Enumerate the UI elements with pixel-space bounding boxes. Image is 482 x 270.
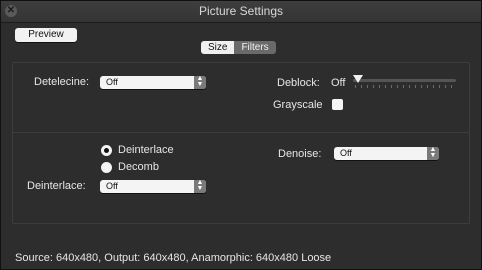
denoise-label: Denoise: <box>278 148 322 160</box>
window-title: Picture Settings <box>198 4 284 18</box>
detelecine-label: Detelecine: <box>34 76 90 88</box>
status-text: Source: 640x480, Output: 640x480, Anamor… <box>15 252 332 264</box>
preview-button[interactable]: Preview <box>15 28 77 42</box>
denoise-popup[interactable]: Off ▲ ▼ <box>334 146 439 160</box>
deblock-slider-knob[interactable] <box>353 75 363 83</box>
tab-size[interactable]: Size <box>201 41 235 54</box>
panel-divider <box>12 132 470 133</box>
grayscale-label: Grayscale <box>273 99 323 111</box>
deinterlace-label: Deinterlace: <box>27 180 86 192</box>
deblock-value: Off <box>331 77 346 89</box>
title-bar: ✕ Picture Settings <box>1 1 481 23</box>
radio-deinterlace[interactable] <box>101 145 112 156</box>
updown-arrows-icon: ▲ ▼ <box>194 75 206 89</box>
view-tabs: Size Filters <box>201 41 276 54</box>
deblock-slider-ticks <box>355 85 455 88</box>
denoise-value: Off <box>340 148 352 158</box>
radio-decomb-label: Decomb <box>118 161 159 173</box>
detelecine-popup[interactable]: Off ▲ ▼ <box>100 75 206 89</box>
tab-filters[interactable]: Filters <box>234 41 276 54</box>
radio-decomb[interactable] <box>101 162 112 173</box>
picture-settings-window: ✕ Picture Settings Preview Size Filters … <box>0 0 482 270</box>
deblock-label: Deblock: <box>277 77 320 89</box>
deblock-slider[interactable] <box>353 79 456 82</box>
updown-arrows-icon: ▲ ▼ <box>427 146 439 160</box>
grayscale-checkbox[interactable] <box>332 99 343 110</box>
detelecine-value: Off <box>106 77 118 87</box>
updown-arrows-icon: ▲ ▼ <box>194 179 206 193</box>
radio-deinterlace-label: Deinterlace <box>118 144 174 156</box>
deinterlace-popup[interactable]: Off ▲ ▼ <box>100 179 206 193</box>
deinterlace-value: Off <box>106 181 118 191</box>
